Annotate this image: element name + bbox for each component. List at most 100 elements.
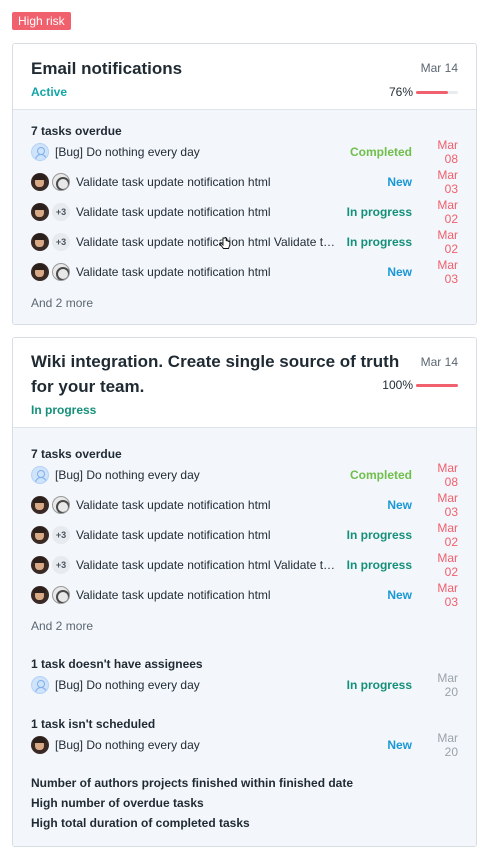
task-status: In progress: [346, 235, 412, 249]
overdue-title: 7 tasks overdue: [31, 124, 122, 138]
project-status: Active: [31, 85, 68, 99]
card-header: Wiki integration. Create single source o…: [13, 338, 476, 428]
progress-fill: [416, 383, 458, 387]
task-date: Mar 08: [437, 461, 458, 489]
task-date: Mar 03: [437, 258, 458, 286]
avatar: [31, 173, 49, 191]
unassigned-avatar-icon: [31, 466, 49, 484]
avatar: [31, 496, 49, 514]
avatar: [31, 233, 49, 251]
overdue-title: 7 tasks overdue: [31, 447, 122, 461]
avatar: [52, 586, 70, 604]
task-status: In progress: [346, 205, 412, 219]
more-assignees-badge[interactable]: +3: [52, 526, 70, 544]
card-header: Email notifications Active Mar 14 76%: [13, 44, 476, 110]
task-title[interactable]: [Bug] Do nothing every day: [55, 145, 342, 159]
risk-flag: High number of overdue tasks: [31, 796, 204, 810]
progress-fill: [416, 90, 448, 94]
task-title[interactable]: [Bug] Do nothing every day: [55, 738, 379, 752]
task-row[interactable]: Validate task update notification html N…: [31, 168, 458, 196]
task-row[interactable]: +3 Validate task update notification htm…: [31, 551, 458, 579]
avatar: [52, 263, 70, 281]
avatar: [31, 263, 49, 281]
progress-track: [416, 90, 458, 94]
risk-flag: Number of authors projects finished with…: [31, 776, 354, 790]
task-row[interactable]: [Bug] Do nothing every day In progress M…: [31, 671, 458, 699]
task-row[interactable]: [Bug] Do nothing every day Completed Mar…: [31, 461, 458, 489]
task-date: Mar 20: [437, 731, 458, 759]
task-row[interactable]: Validate task update notification html N…: [31, 581, 458, 609]
task-title[interactable]: Validate task update notification html: [76, 588, 379, 602]
more-assignees-badge[interactable]: +3: [52, 233, 70, 251]
progress-label: 76%: [388, 85, 413, 99]
task-title[interactable]: Validate task update notification html: [76, 265, 379, 279]
project-card-wiki[interactable]: Wiki integration. Create single source o…: [12, 337, 477, 847]
task-row[interactable]: [Bug] Do nothing every day Completed Mar…: [31, 138, 458, 166]
task-title[interactable]: Validate task update notification html V…: [76, 235, 339, 249]
task-title[interactable]: Validate task update notification html: [76, 205, 339, 219]
task-row[interactable]: [Bug] Do nothing every day New Mar 20: [31, 731, 458, 759]
hand-cursor-icon: [219, 237, 231, 249]
avatar: [31, 586, 49, 604]
task-date: Mar 02: [437, 521, 458, 549]
task-date: Mar 08: [437, 138, 458, 166]
project-date: Mar 14: [420, 355, 458, 369]
avatar: [31, 203, 49, 221]
task-date: Mar 03: [437, 581, 458, 609]
task-status: Completed: [349, 145, 412, 159]
task-title[interactable]: Validate task update notification html V…: [76, 558, 339, 572]
task-status: In progress: [346, 678, 412, 692]
card-body: 7 tasks overdue [Bug] Do nothing every d…: [13, 428, 476, 846]
no-assignees-title: 1 task doesn't have assignees: [31, 657, 203, 671]
task-status: New: [387, 738, 412, 752]
task-status: New: [387, 265, 412, 279]
risk-flag: High total duration of completed tasks: [31, 816, 250, 830]
task-title[interactable]: [Bug] Do nothing every day: [55, 678, 339, 692]
progress-track: [416, 383, 458, 387]
task-date: Mar 02: [437, 551, 458, 579]
project-status: In progress: [31, 403, 97, 417]
task-row[interactable]: +3 Validate task update notification htm…: [31, 228, 458, 256]
project-card-email[interactable]: Email notifications Active Mar 14 76% 7 …: [12, 43, 477, 325]
project-title-line: Wiki integration. Create single source o…: [31, 352, 400, 371]
avatar: [31, 736, 49, 754]
task-date: Mar 03: [437, 168, 458, 196]
task-row[interactable]: +3 Validate task update notification htm…: [31, 521, 458, 549]
progress-label: 100%: [382, 378, 413, 392]
task-title[interactable]: Validate task update notification html: [76, 175, 379, 189]
project-title-line: for your team.: [31, 377, 145, 396]
task-date: Mar 02: [437, 228, 458, 256]
task-status: In progress: [346, 558, 412, 572]
progress-indicator: 100%: [382, 378, 458, 392]
risk-badge: High risk: [12, 12, 71, 30]
task-status: In progress: [346, 528, 412, 542]
task-title[interactable]: Validate task update notification html: [76, 498, 379, 512]
unassigned-avatar-icon: [31, 143, 49, 161]
progress-indicator: 76%: [389, 85, 458, 99]
project-title[interactable]: Wiki integration. Create single source o…: [31, 349, 399, 399]
task-row[interactable]: Validate task update notification html N…: [31, 491, 458, 519]
more-assignees-badge[interactable]: +3: [52, 556, 70, 574]
avatar: [52, 173, 70, 191]
task-title[interactable]: Validate task update notification html: [76, 528, 339, 542]
project-date: Mar 14: [420, 61, 458, 75]
task-title[interactable]: [Bug] Do nothing every day: [55, 468, 342, 482]
more-assignees-badge[interactable]: +3: [52, 203, 70, 221]
show-more-link[interactable]: And 2 more: [31, 619, 93, 633]
not-scheduled-title: 1 task isn't scheduled: [31, 717, 156, 731]
task-date: Mar 02: [437, 198, 458, 226]
unassigned-avatar-icon: [31, 676, 49, 694]
task-status: New: [387, 588, 412, 602]
task-status: Completed: [349, 468, 412, 482]
avatar: [52, 496, 70, 514]
avatar: [31, 526, 49, 544]
card-body: 7 tasks overdue [Bug] Do nothing every d…: [13, 110, 476, 324]
task-row[interactable]: Validate task update notification html N…: [31, 258, 458, 286]
task-row[interactable]: +3 Validate task update notification htm…: [31, 198, 458, 226]
avatar: [31, 556, 49, 574]
task-status: New: [387, 175, 412, 189]
task-date: Mar 03: [437, 491, 458, 519]
task-status: New: [387, 498, 412, 512]
show-more-link[interactable]: And 2 more: [31, 296, 93, 310]
project-title[interactable]: Email notifications: [31, 56, 182, 81]
